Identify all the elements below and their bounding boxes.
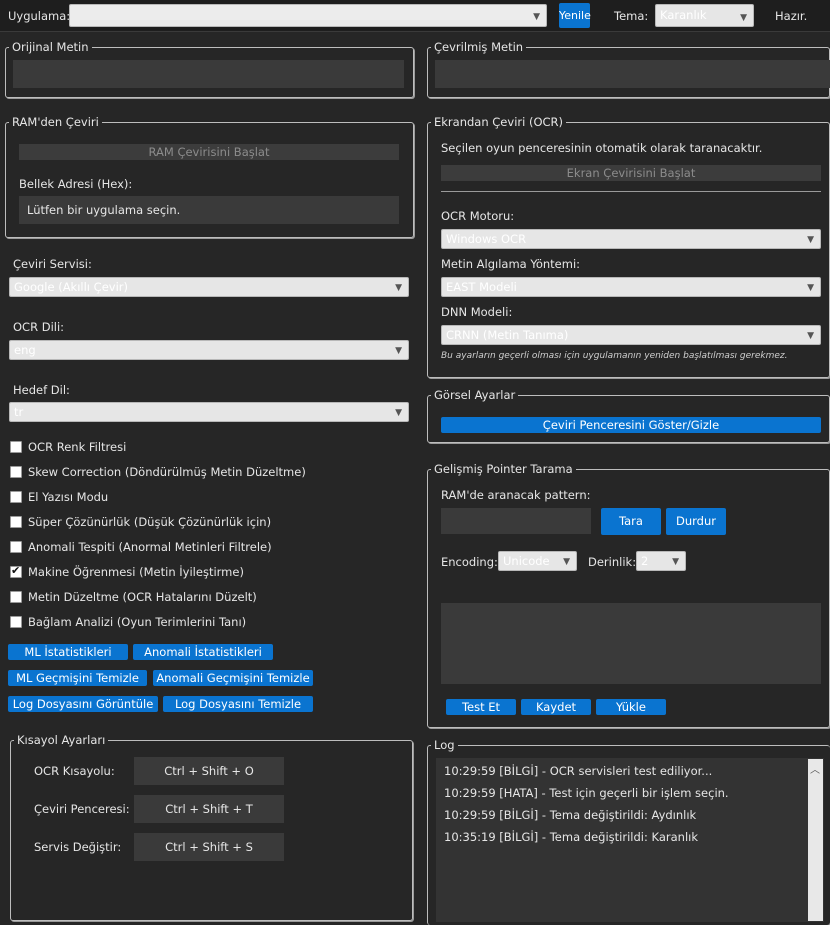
app-label: Uygulama: (8, 9, 71, 23)
service-label: Çeviri Servisi: (13, 257, 92, 271)
option-checkbox[interactable] (10, 441, 22, 453)
status-text: Hazır. (775, 9, 808, 23)
ocr-separator (441, 191, 821, 192)
ocr-title: Ekrandan Çeviri (OCR) (431, 115, 567, 129)
option-checkbox[interactable] (10, 591, 22, 603)
toggle-window-button[interactable]: Çeviri Penceresini Göster/Gizle (441, 417, 821, 433)
theme-select[interactable]: Karanlık ▼ (655, 4, 754, 27)
original-text-title: Orijinal Metin (9, 40, 92, 54)
shortcuts-title: Kısayol Ayarları (14, 733, 109, 747)
option-label: Metin Düzeltme (OCR Hatalarını Düzelt) (28, 590, 257, 604)
chevron-down-icon: ▼ (807, 235, 814, 245)
chevron-down-icon: ▼ (395, 346, 402, 356)
refresh-button[interactable]: Yenile (559, 3, 591, 28)
save-button[interactable]: Kaydet (521, 699, 591, 715)
depth-select[interactable]: 2 ▼ (636, 551, 686, 571)
shortcut-label: OCR Kısayolu: (34, 764, 115, 778)
chevron-down-icon: ▼ (563, 557, 570, 567)
log-line: 10:29:59 [BİLGİ] - Tema değiştirildi: Ay… (444, 808, 697, 822)
shortcut-label: Servis Değiştir: (34, 840, 122, 854)
theme-label: Tema: (614, 9, 649, 23)
ocr-engine-label: OCR Motoru: (441, 209, 515, 223)
translated-text-title: Çevrilmiş Metin (431, 40, 527, 54)
option-checkbox[interactable] (10, 616, 22, 628)
option-checkbox[interactable] (10, 541, 22, 553)
shortcut-key-field[interactable]: Ctrl + Shift + O (134, 757, 284, 785)
encoding-select[interactable]: Unicode ▼ (498, 551, 577, 571)
chevron-down-icon: ▼ (395, 408, 402, 418)
text-detection-select[interactable]: EAST Modeli ▼ (441, 277, 821, 297)
ml-clear-button[interactable]: ML Geçmişini Temizle (8, 670, 147, 686)
app-select[interactable]: ▼ (69, 4, 547, 27)
original-text-box[interactable] (13, 60, 404, 88)
anomaly-stats-button[interactable]: Anomali İstatistikleri (133, 644, 273, 660)
log-title: Log (431, 738, 458, 752)
chevron-down-icon: ▼ (395, 283, 402, 293)
memory-address-label: Bellek Adresi (Hex): (19, 177, 133, 191)
visual-settings-title: Görsel Ayarlar (431, 388, 519, 402)
ml-stats-button[interactable]: ML İstatistikleri (8, 644, 128, 660)
dnn-model-label: DNN Modeli: (441, 305, 513, 319)
target-language-select[interactable]: tr ▼ (9, 402, 409, 422)
chevron-down-icon: ▼ (533, 12, 540, 22)
option-label: El Yazısı Modu (28, 490, 109, 504)
stop-button[interactable]: Durdur (666, 508, 726, 535)
ocr-language-label: OCR Dili: (13, 320, 65, 334)
ram-start-button[interactable]: RAM Çevirisini Başlat (19, 144, 399, 160)
log-line: 10:29:59 [HATA] - Test için geçerli bir … (444, 786, 729, 800)
shortcut-label: Çeviri Penceresi: (34, 802, 130, 816)
anomaly-clear-button[interactable]: Anomali Geçmişini Temizle (153, 670, 313, 686)
option-label: Makine Öğrenmesi (Metin İyileştirme) (28, 565, 244, 579)
encoding-label: Encoding: (441, 555, 498, 569)
ocr-language-select[interactable]: eng ▼ (9, 340, 409, 360)
chevron-down-icon: ▼ (672, 557, 679, 567)
translated-text-box[interactable] (435, 60, 830, 88)
shortcut-key-field[interactable]: Ctrl + Shift + S (134, 833, 284, 861)
log-view-button[interactable]: Log Dosyasını Görüntüle (8, 696, 158, 712)
service-select[interactable]: Google (Akıllı Çevir) ▼ (9, 277, 409, 297)
option-checkbox[interactable] (10, 564, 22, 578)
shortcut-key-field[interactable]: Ctrl + Shift + T (134, 795, 284, 823)
pattern-label: RAM'de aranacak pattern: (441, 488, 591, 502)
option-label: Bağlam Analizi (Oyun Terimlerini Tanı) (28, 615, 247, 629)
text-detection-label: Metin Algılama Yöntemi: (441, 257, 581, 271)
chevron-down-icon: ▼ (807, 283, 814, 293)
log-line: 10:29:59 [BİLGİ] - OCR servisleri test e… (444, 764, 713, 778)
scan-button[interactable]: Tara (601, 508, 661, 535)
pointer-scan-title: Gelişmiş Pointer Tarama (431, 462, 576, 476)
depth-label: Derinlik: (588, 555, 637, 569)
ocr-note: Bu ayarların geçerli olması için uygulam… (441, 351, 788, 361)
option-label: Anomali Tespiti (Anormal Metinleri Filtr… (28, 540, 272, 554)
target-language-label: Hedef Dil: (13, 383, 70, 397)
option-checkbox[interactable] (10, 516, 22, 528)
log-line: 10:35:19 [BİLGİ] - Tema değiştirildi: Ka… (444, 830, 698, 844)
chevron-down-icon: ▼ (740, 13, 747, 23)
load-button[interactable]: Yükle (596, 699, 666, 715)
ocr-description: Seçilen oyun penceresinin otomatik olara… (441, 141, 763, 155)
log-scrollbar[interactable]: ︿ (808, 759, 823, 921)
chevron-down-icon: ▼ (807, 331, 814, 341)
memory-address-field[interactable]: Lütfen bir uygulama seçin. (19, 196, 399, 224)
option-label: Skew Correction (Döndürülmüş Metin Düzel… (28, 465, 306, 479)
option-checkbox[interactable] (10, 466, 22, 478)
log-clear-button[interactable]: Log Dosyasını Temizle (163, 696, 313, 712)
chevron-up-icon: ︿ (810, 765, 820, 776)
option-label: Süper Çözünürlük (Düşük Çözünürlük için) (28, 515, 272, 529)
scan-results-box[interactable] (441, 603, 821, 684)
dnn-model-select[interactable]: CRNN (Metin Tanıma) ▼ (441, 325, 821, 345)
ram-translation-title: RAM'den Çeviri (9, 115, 102, 129)
test-button[interactable]: Test Et (446, 699, 516, 715)
ocr-engine-select[interactable]: Windows OCR ▼ (441, 229, 821, 249)
option-checkbox[interactable] (10, 491, 22, 503)
option-label: OCR Renk Filtresi (28, 440, 127, 454)
screen-start-button[interactable]: Ekran Çevirisini Başlat (441, 165, 821, 181)
pattern-input[interactable] (441, 508, 591, 534)
